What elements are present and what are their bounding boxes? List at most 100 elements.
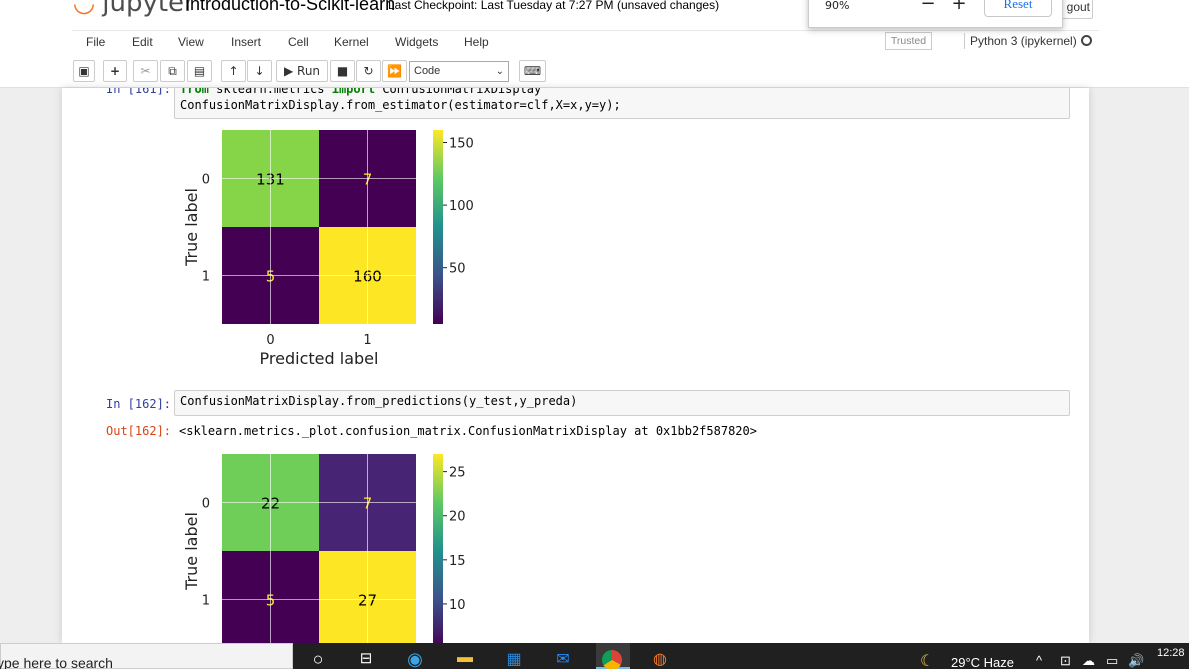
- trusted-indicator[interactable]: Trusted: [885, 32, 932, 50]
- scissors-icon: ✂: [140, 64, 151, 78]
- windows-taskbar: ype here to search ○ ⊟ ◉ ▬ ▦ ✉ ◍ ☾ 29°C …: [0, 643, 1189, 669]
- cell-type-value: Code: [414, 65, 441, 77]
- copy-icon: ⧉: [168, 64, 177, 78]
- weather-moon-icon[interactable]: ☾: [920, 651, 934, 669]
- keyboard-icon: ⌨: [523, 64, 542, 78]
- colorbar: [433, 130, 443, 324]
- colorbar-tick-label: 10: [449, 598, 466, 613]
- jupyter-app-icon[interactable]: ◍: [648, 649, 672, 669]
- search-icon[interactable]: ○: [306, 649, 330, 669]
- menu-help[interactable]: Help: [464, 35, 489, 49]
- chrome-icon[interactable]: [596, 643, 630, 669]
- zoom-level: 90%: [825, 0, 850, 12]
- network-icon[interactable]: ▭: [1106, 653, 1118, 669]
- cell-type-select[interactable]: Code ⌄: [409, 61, 509, 82]
- paste-icon: ▤: [193, 64, 206, 78]
- logo-text: jupyter: [102, 0, 195, 18]
- jupyter-window: ◡ jupyter Introduction-to-Scikit-learn L…: [0, 0, 1189, 669]
- colorbar-tick-label: 20: [449, 510, 466, 525]
- colorbar-tick-label: 25: [449, 466, 466, 481]
- interrupt-button[interactable]: ■: [330, 60, 355, 82]
- autosave-status: (unsaved changes): [617, 0, 720, 12]
- cell-output-text: <sklearn.metrics._plot.confusion_matrix.…: [179, 424, 757, 438]
- menu-edit[interactable]: Edit: [132, 35, 153, 49]
- cut-button[interactable]: ✂: [133, 60, 158, 82]
- code-cell-input[interactable]: from sklearn.metrics import ConfusionMat…: [174, 88, 1070, 119]
- volume-icon[interactable]: 🔊: [1128, 653, 1144, 669]
- store-icon[interactable]: ▦: [502, 649, 526, 669]
- menu-insert[interactable]: Insert: [231, 35, 261, 49]
- save-button[interactable]: ▣: [73, 60, 95, 82]
- file-explorer-icon[interactable]: ▬: [453, 649, 477, 669]
- colorbar-tick-label: 100: [449, 199, 474, 214]
- paste-button[interactable]: ▤: [187, 60, 212, 82]
- edge-browser-icon[interactable]: ◉: [403, 649, 427, 669]
- plus-icon: +: [109, 64, 121, 78]
- notebook-title[interactable]: Introduction-to-Scikit-learn: [185, 0, 395, 15]
- menu-view[interactable]: View: [178, 35, 204, 49]
- y-axis-label: True label: [182, 512, 201, 591]
- taskbar-search-box[interactable]: ype here to search: [0, 643, 293, 669]
- code-text: ConfusionMatrixDisplay.from_estimator(es…: [180, 98, 621, 112]
- search-placeholder: ype here to search: [0, 655, 113, 669]
- system-clock[interactable]: 12:28: [1157, 647, 1185, 659]
- logout-button[interactable]: gout: [1058, 0, 1093, 19]
- menu-cell[interactable]: Cell: [288, 35, 309, 49]
- save-icon: ▣: [78, 64, 90, 78]
- input-prompt: In [161]:: [106, 88, 172, 96]
- colorbar-tick-label: 15: [449, 554, 466, 569]
- code-text: ConfusionMatrixDisplay: [375, 88, 542, 96]
- code-keyword: import: [331, 88, 376, 96]
- zoom-in-button[interactable]: +: [950, 0, 968, 14]
- arrow-up-icon: ↑: [228, 64, 239, 78]
- run-button[interactable]: ▶ Run: [276, 60, 328, 82]
- run-label: Run: [297, 64, 321, 78]
- y-tick-label: 0: [202, 173, 210, 188]
- confusion-matrix-chart-1: 131 75 160010 1Predicted labelTrue label150…: [182, 130, 474, 368]
- restart-icon: ↻: [363, 64, 374, 78]
- meet-now-icon[interactable]: ⊡: [1060, 653, 1071, 669]
- jupyter-logo[interactable]: ◡ jupyter: [74, 0, 195, 18]
- x-axis-label: Predicted label: [260, 349, 379, 368]
- kernel-name[interactable]: Python 3 (ipykernel): [970, 34, 1077, 48]
- chevron-up-icon[interactable]: ^: [1036, 653, 1042, 668]
- arrow-down-icon: ↓: [254, 64, 265, 78]
- y-tick-label: 0: [202, 497, 210, 512]
- stop-icon: ■: [336, 64, 349, 78]
- insert-cell-button[interactable]: +: [103, 60, 127, 82]
- mail-icon[interactable]: ✉: [551, 649, 575, 669]
- restart-button[interactable]: ↻: [356, 60, 381, 82]
- code-keyword: from: [180, 88, 209, 96]
- input-prompt: In [162]:: [106, 397, 172, 411]
- copy-button[interactable]: ⧉: [160, 60, 185, 82]
- checkpoint-status: Last Checkpoint: Last Tuesday at 7:27 PM: [388, 0, 614, 12]
- zoom-reset-button[interactable]: Reset: [984, 0, 1052, 17]
- play-icon: ▶: [283, 64, 294, 78]
- confusion-matrix-chart-2: 22 75 2701True label25201510: [182, 454, 466, 643]
- menubar: File Edit View Insert Cell Kernel Widget…: [72, 30, 1099, 53]
- browser-zoom-popup: 90% − + Reset: [808, 0, 1063, 28]
- notebook-container: In [161]: from sklearn.metrics import Co…: [62, 88, 1089, 643]
- zoom-out-button[interactable]: −: [919, 0, 937, 14]
- jupyter-header: ◡ jupyter Introduction-to-Scikit-learn L…: [0, 0, 1189, 88]
- task-view-icon[interactable]: ⊟: [354, 649, 378, 669]
- y-axis-label: True label: [182, 188, 201, 267]
- fast-forward-icon: ⏩: [387, 64, 402, 78]
- code-cell-input[interactable]: ConfusionMatrixDisplay.from_predictions(…: [174, 390, 1070, 416]
- y-tick-label: 1: [202, 270, 210, 285]
- menu-file[interactable]: File: [86, 35, 105, 49]
- command-palette-button[interactable]: ⌨: [519, 60, 546, 82]
- move-down-button[interactable]: ↓: [247, 60, 272, 82]
- menu-widgets[interactable]: Widgets: [395, 35, 438, 49]
- kernel-separator: [964, 33, 965, 49]
- restart-run-all-button[interactable]: ⏩: [382, 60, 407, 82]
- colorbar-tick-label: 150: [449, 137, 474, 152]
- x-tick-label: 1: [363, 333, 371, 348]
- menu-kernel[interactable]: Kernel: [334, 35, 369, 49]
- colorbar-tick-label: 50: [449, 262, 466, 277]
- move-up-button[interactable]: ↑: [221, 60, 246, 82]
- code-text: sklearn.metrics: [208, 88, 332, 96]
- onedrive-cloud-icon[interactable]: ☁: [1082, 653, 1095, 669]
- weather-status[interactable]: 29°C Haze: [951, 655, 1014, 669]
- y-tick-label: 1: [202, 594, 210, 609]
